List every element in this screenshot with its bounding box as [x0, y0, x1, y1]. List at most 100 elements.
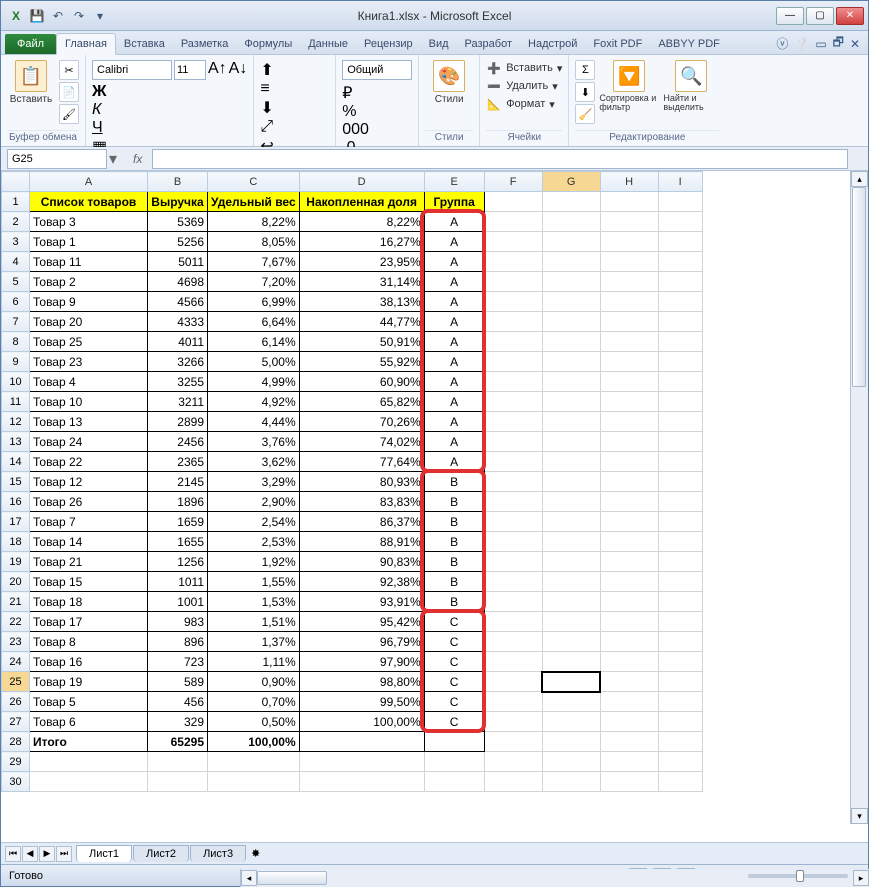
cell-C23[interactable]: 1,37% — [208, 632, 300, 652]
cell-F6[interactable] — [484, 292, 542, 312]
fill-icon[interactable]: ⬇ — [575, 82, 595, 102]
number-format-select[interactable] — [342, 60, 412, 80]
row-header-22[interactable]: 22 — [2, 612, 30, 632]
cell-E12[interactable]: A — [424, 412, 484, 432]
cell-F10[interactable] — [484, 372, 542, 392]
cell-G4[interactable] — [542, 252, 600, 272]
cell-G5[interactable] — [542, 272, 600, 292]
col-header-E[interactable]: E — [424, 172, 484, 192]
sheet-nav-prev-icon[interactable]: ◀ — [22, 846, 38, 862]
file-tab[interactable]: Файл — [5, 34, 56, 54]
cell-D8[interactable]: 50,91% — [299, 332, 424, 352]
sheet-nav-last-icon[interactable]: ⏭ — [56, 846, 72, 862]
cell-E16[interactable]: B — [424, 492, 484, 512]
bold-button[interactable]: Ж — [92, 83, 112, 101]
cell-G1[interactable] — [542, 192, 600, 212]
cell-F14[interactable] — [484, 452, 542, 472]
sheet-tab-1[interactable]: Лист1 — [76, 845, 132, 862]
font-size-input[interactable] — [174, 60, 206, 80]
cell-A17[interactable]: Товар 7 — [30, 512, 148, 532]
cell-G17[interactable] — [542, 512, 600, 532]
cell-C28[interactable]: 100,00% — [208, 732, 300, 752]
undo-icon[interactable]: ↶ — [49, 7, 67, 25]
row-header-24[interactable]: 24 — [2, 652, 30, 672]
cell-B3[interactable]: 5256 — [148, 232, 208, 252]
help-icon[interactable]: ❔ — [794, 37, 809, 51]
sort-filter-button[interactable]: 🔽 Сортировка и фильтр — [599, 60, 659, 112]
cell-D14[interactable]: 77,64% — [299, 452, 424, 472]
cell-B20[interactable]: 1011 — [148, 572, 208, 592]
cell-A27[interactable]: Товар 6 — [30, 712, 148, 732]
cell-H9[interactable] — [600, 352, 658, 372]
cell-D26[interactable]: 99,50% — [299, 692, 424, 712]
row-header-7[interactable]: 7 — [2, 312, 30, 332]
cell-B23[interactable]: 896 — [148, 632, 208, 652]
cell-D1[interactable]: Накопленная доля — [299, 192, 424, 212]
cell-I2[interactable] — [658, 212, 702, 232]
cell-C15[interactable]: 3,29% — [208, 472, 300, 492]
cell-B26[interactable]: 456 — [148, 692, 208, 712]
cell-B21[interactable]: 1001 — [148, 592, 208, 612]
row-header-2[interactable]: 2 — [2, 212, 30, 232]
col-header-D[interactable]: D — [299, 172, 424, 192]
cell-B29[interactable] — [148, 752, 208, 772]
cell-A25[interactable]: Товар 19 — [30, 672, 148, 692]
cell-D6[interactable]: 38,13% — [299, 292, 424, 312]
cell-E22[interactable]: C — [424, 612, 484, 632]
cell-F18[interactable] — [484, 532, 542, 552]
cell-G14[interactable] — [542, 452, 600, 472]
cell-H18[interactable] — [600, 532, 658, 552]
cell-F9[interactable] — [484, 352, 542, 372]
cell-A1[interactable]: Список товаров — [30, 192, 148, 212]
cell-A16[interactable]: Товар 26 — [30, 492, 148, 512]
cell-I26[interactable] — [658, 692, 702, 712]
scroll-down-icon[interactable]: ▾ — [851, 808, 868, 824]
cell-A21[interactable]: Товар 18 — [30, 592, 148, 612]
cell-A9[interactable]: Товар 23 — [30, 352, 148, 372]
cell-A20[interactable]: Товар 15 — [30, 572, 148, 592]
row-header-10[interactable]: 10 — [2, 372, 30, 392]
new-sheet-icon[interactable]: ✸ — [251, 847, 260, 860]
cell-C4[interactable]: 7,67% — [208, 252, 300, 272]
cell-C11[interactable]: 4,92% — [208, 392, 300, 412]
cell-D22[interactable]: 95,42% — [299, 612, 424, 632]
cell-I27[interactable] — [658, 712, 702, 732]
cell-G16[interactable] — [542, 492, 600, 512]
cell-D15[interactable]: 80,93% — [299, 472, 424, 492]
cell-B17[interactable]: 1659 — [148, 512, 208, 532]
cell-H14[interactable] — [600, 452, 658, 472]
cell-C9[interactable]: 5,00% — [208, 352, 300, 372]
tab-addins[interactable]: Надстрой — [520, 34, 585, 54]
cell-F26[interactable] — [484, 692, 542, 712]
cell-E11[interactable]: A — [424, 392, 484, 412]
cell-C20[interactable]: 1,55% — [208, 572, 300, 592]
cell-C25[interactable]: 0,90% — [208, 672, 300, 692]
cell-F17[interactable] — [484, 512, 542, 532]
cell-I25[interactable] — [658, 672, 702, 692]
cell-D16[interactable]: 83,83% — [299, 492, 424, 512]
cell-B15[interactable]: 2145 — [148, 472, 208, 492]
cell-F8[interactable] — [484, 332, 542, 352]
name-box[interactable]: G25 — [7, 149, 107, 169]
cell-C6[interactable]: 6,99% — [208, 292, 300, 312]
cell-G13[interactable] — [542, 432, 600, 452]
row-header-29[interactable]: 29 — [2, 752, 30, 772]
cell-F21[interactable] — [484, 592, 542, 612]
row-header-17[interactable]: 17 — [2, 512, 30, 532]
cell-D23[interactable]: 96,79% — [299, 632, 424, 652]
align-top-icon[interactable]: ⬆ — [260, 60, 273, 80]
cell-E3[interactable]: A — [424, 232, 484, 252]
insert-cells-button[interactable]: ➕Вставить ▾ — [486, 60, 562, 76]
cell-E10[interactable]: A — [424, 372, 484, 392]
cell-E8[interactable]: A — [424, 332, 484, 352]
col-header-B[interactable]: B — [148, 172, 208, 192]
cell-H15[interactable] — [600, 472, 658, 492]
sheet-tab-3[interactable]: Лист3 — [190, 845, 246, 862]
cell-D19[interactable]: 90,83% — [299, 552, 424, 572]
ribbon-restore-icon[interactable]: 🗗 — [833, 33, 844, 54]
cell-C16[interactable]: 2,90% — [208, 492, 300, 512]
cell-A18[interactable]: Товар 14 — [30, 532, 148, 552]
cell-D17[interactable]: 86,37% — [299, 512, 424, 532]
cell-C1[interactable]: Удельный вес — [208, 192, 300, 212]
cell-F30[interactable] — [484, 772, 542, 792]
